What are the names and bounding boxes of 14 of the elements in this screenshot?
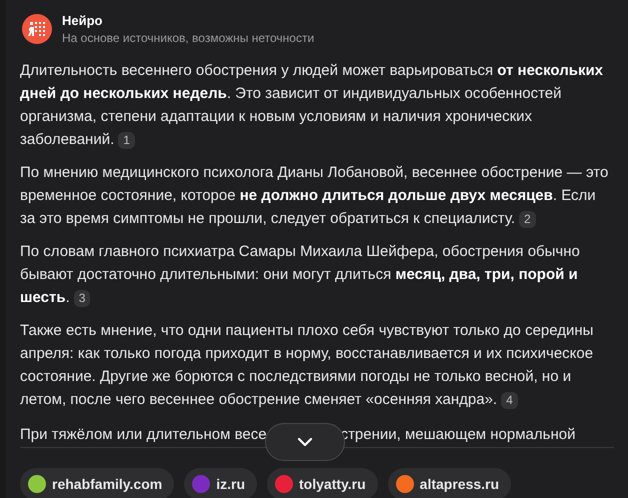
chevron-down-icon <box>296 437 313 447</box>
answer-paragraph: По мнению медицинского психолога Дианы Лобановой, весеннее обострение — это временное состояние, которое не должно длиться дольше двух месяцев. Если за это время симптомы не прошли, следует обратиться к специалисту. 2 <box>20 163 610 230</box>
app-title: Нейро <box>62 13 104 28</box>
answer-paragraph: Также есть мнение, что одни пациенты плохо себя чувствуют только до середины апреля: как только погода приходит в норму, восстанавливается и их психическое состояние. Другие же борются с последствиями погоды не только весной, но и летом, после чего весеннее обострение сменяет «осенняя хандра». 4 <box>20 321 594 411</box>
answer-paragraph: По словам главного психиатра Самары Михаила Шейфера, обострения обычно бывают достаточно длительными: они могут длиться месяц, два, три, порой и шесть. 3 <box>20 242 581 309</box>
source-chip[interactable]: iz.ru <box>184 468 258 498</box>
source-chip[interactable]: rehabfamily.com <box>20 468 174 498</box>
logo-icon <box>22 14 52 44</box>
answer-paragraph: Длительность весеннего обострения у людей может варьироваться от нескольких дней до нескольких недель. Это зависит от индивидуальных особенностей организма, степени адаптации к новым условиям и наличия хронических заболеваний. 1 <box>20 61 604 151</box>
source-chip[interactable]: altapress.ru <box>388 468 512 498</box>
answer-text: При тяжёлом или длительном весе <box>20 426 267 442</box>
answer-text: стрении, мешающем нормальной <box>340 426 576 442</box>
source-chip[interactable]: tolyatty.ru <box>267 468 378 498</box>
disclaimer-text: На основе источников, возможны неточности <box>62 31 314 45</box>
